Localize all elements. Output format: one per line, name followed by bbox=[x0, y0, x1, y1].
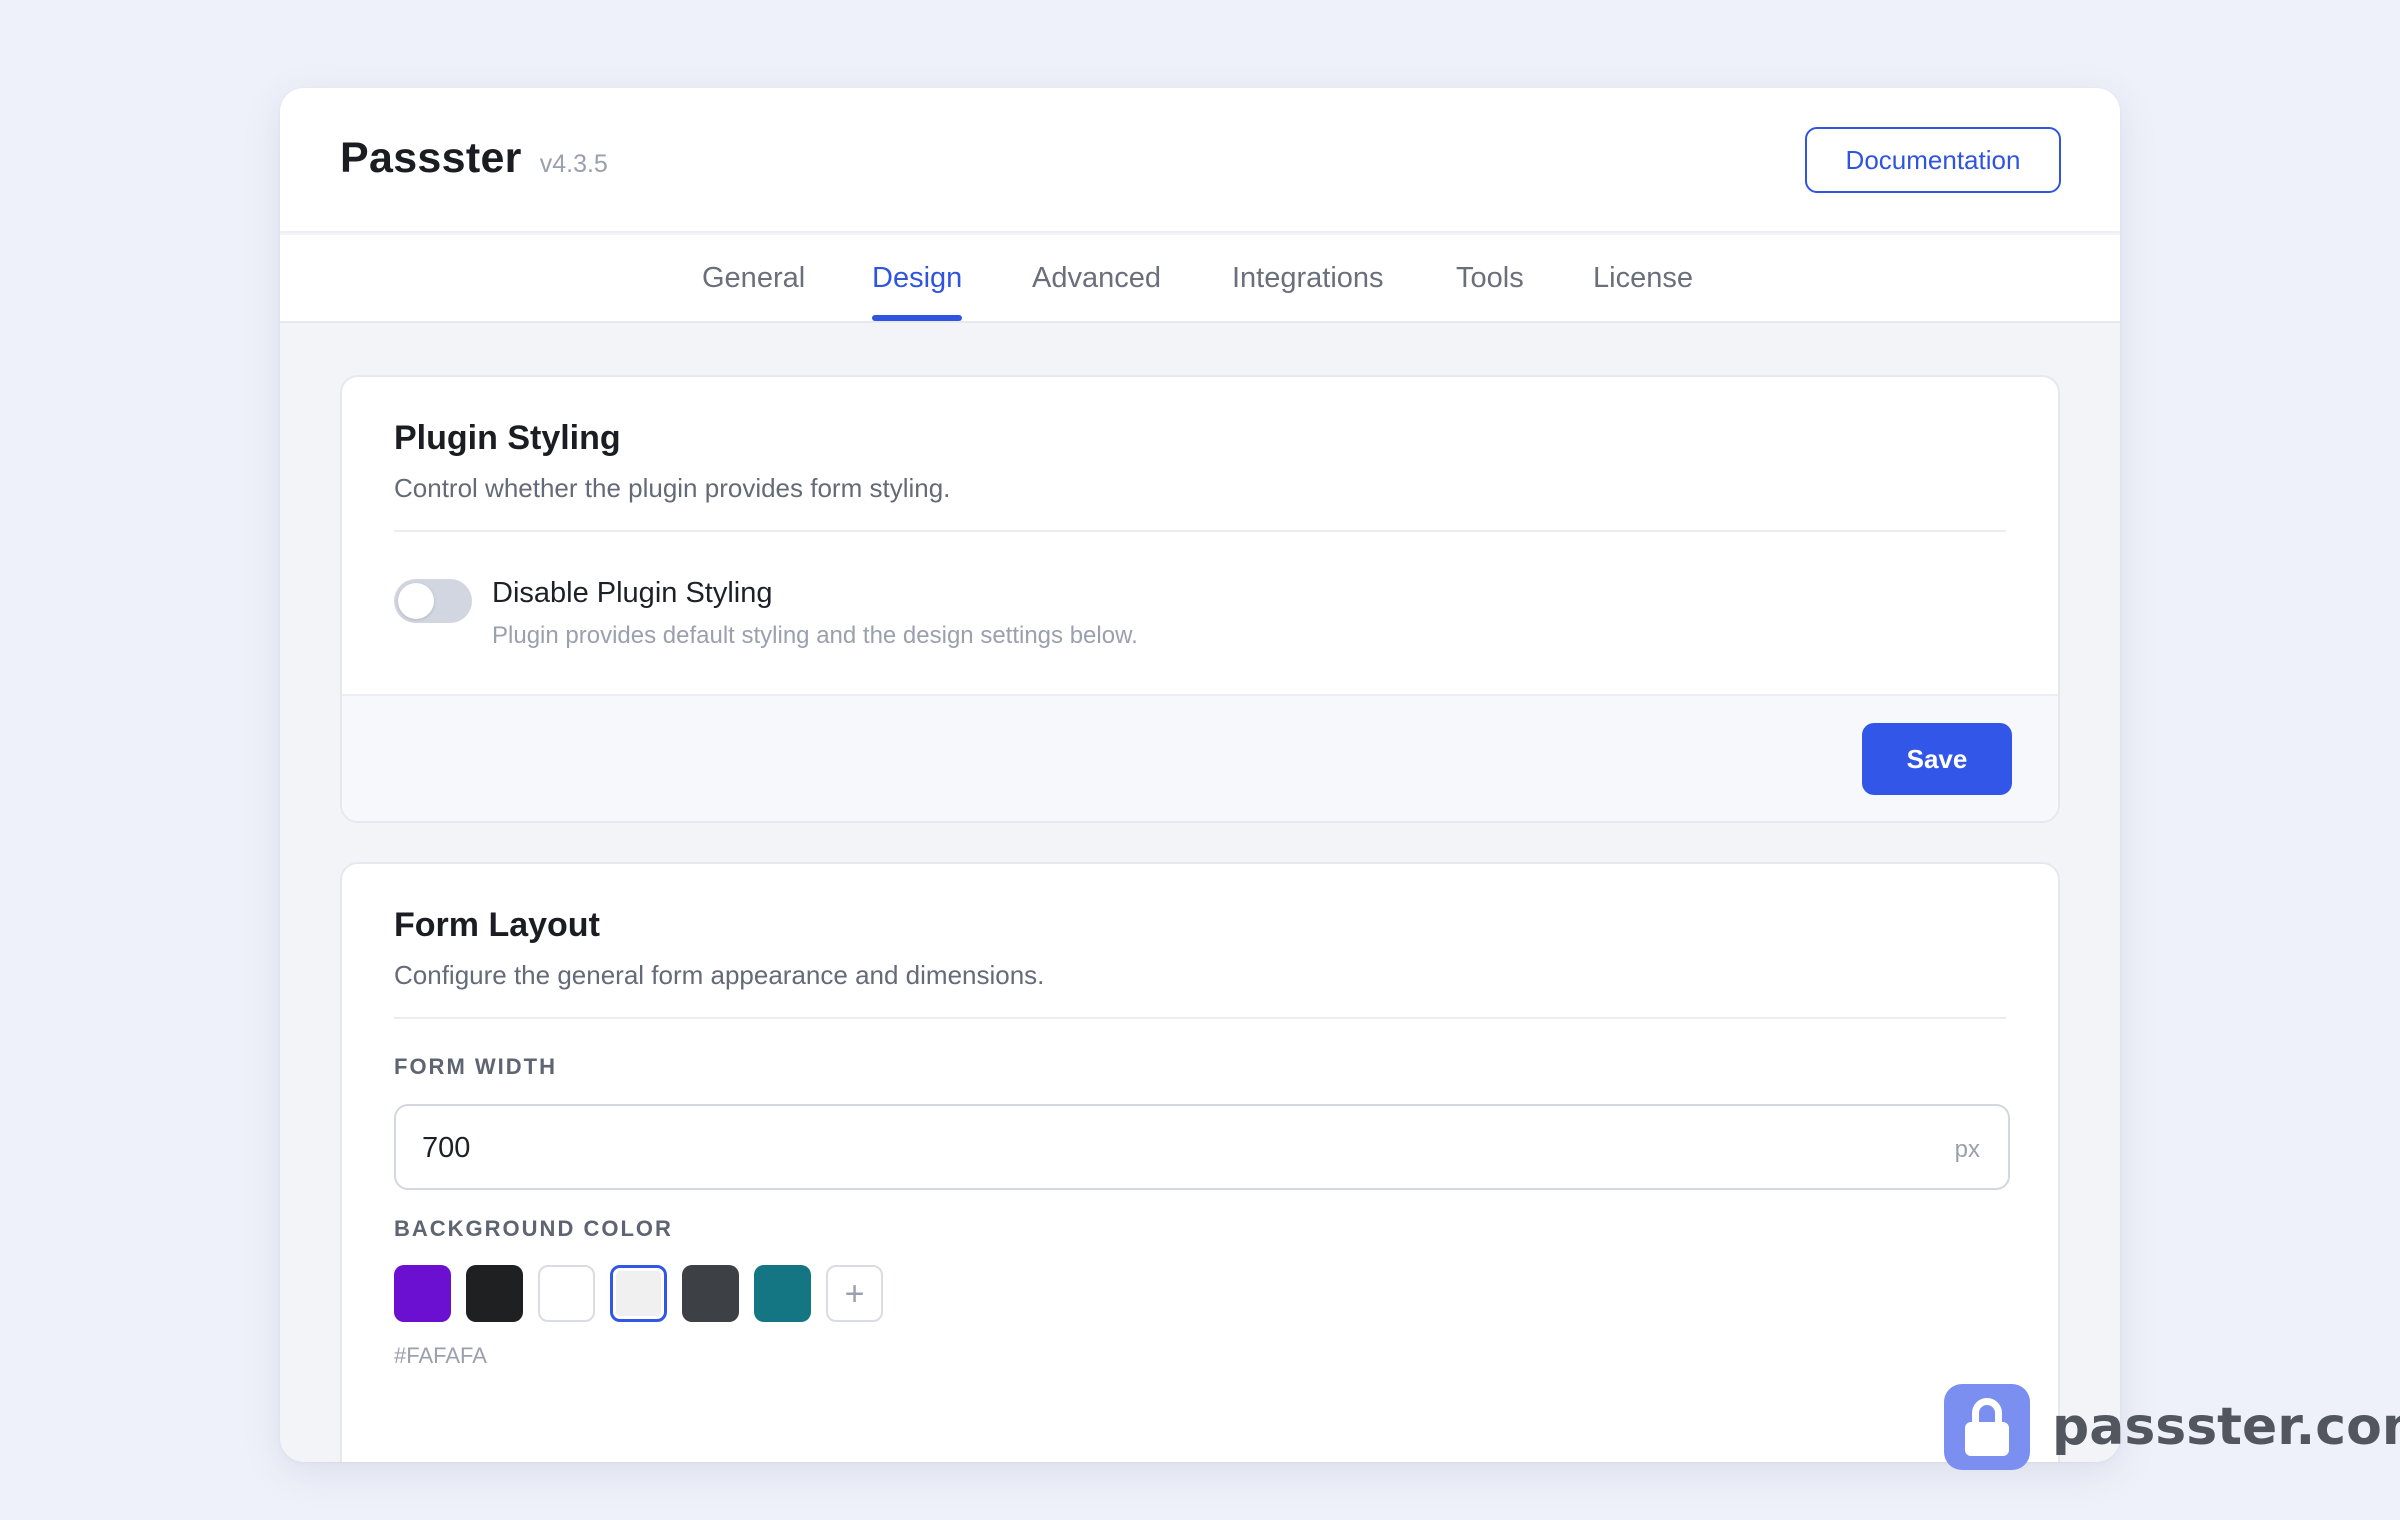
form-layout-card: Form Layout Configure the general form a… bbox=[340, 862, 2060, 1462]
tab-general[interactable]: General bbox=[702, 235, 805, 321]
toggle-label: Disable Plugin Styling bbox=[492, 577, 773, 609]
settings-window: Passster v4.3.5 Documentation General De… bbox=[280, 88, 2120, 1462]
watermark-text: passster.com bbox=[2052, 1397, 2400, 1457]
swatch-dark-gray[interactable] bbox=[682, 1265, 739, 1322]
tab-bar: General Design Advanced Integrations Too… bbox=[280, 235, 2120, 323]
unit-suffix: px bbox=[1954, 1136, 1980, 1163]
documentation-button[interactable]: Documentation bbox=[1805, 127, 2061, 193]
background-color-label: BACKGROUND COLOR bbox=[394, 1216, 673, 1241]
brand: Passster v4.3.5 bbox=[340, 134, 608, 183]
form-width-input[interactable]: 700 px bbox=[394, 1104, 2010, 1190]
swatch-white[interactable] bbox=[538, 1265, 595, 1322]
swatch-black[interactable] bbox=[466, 1265, 523, 1322]
plugin-styling-title: Plugin Styling bbox=[394, 419, 621, 457]
plugin-styling-card: Plugin Styling Control whether the plugi… bbox=[340, 375, 2060, 823]
lock-icon bbox=[1944, 1384, 2030, 1470]
divider bbox=[394, 530, 2006, 532]
selected-color-hex: #FAFAFA bbox=[394, 1343, 487, 1368]
card-footer: Save bbox=[342, 694, 2058, 821]
form-layout-title: Form Layout bbox=[394, 906, 600, 944]
tab-advanced[interactable]: Advanced bbox=[1032, 235, 1161, 321]
swatch-purple[interactable] bbox=[394, 1265, 451, 1322]
watermark: passster.com bbox=[1944, 1384, 2400, 1470]
header: Passster v4.3.5 Documentation bbox=[280, 88, 2120, 233]
plugin-styling-description: Control whether the plugin provides form… bbox=[394, 473, 951, 503]
version-label: v4.3.5 bbox=[539, 150, 608, 178]
toggle-help-text: Plugin provides default styling and the … bbox=[492, 622, 1138, 649]
tab-design[interactable]: Design bbox=[872, 235, 963, 321]
form-width-value: 700 bbox=[422, 1132, 471, 1164]
tab-integrations[interactable]: Integrations bbox=[1232, 235, 1384, 321]
swatch-light-gray[interactable] bbox=[610, 1265, 667, 1322]
divider bbox=[394, 1017, 2006, 1019]
add-color-button[interactable]: + bbox=[826, 1265, 883, 1322]
disable-plugin-styling-toggle[interactable] bbox=[394, 579, 472, 623]
form-width-label: FORM WIDTH bbox=[394, 1054, 557, 1079]
tab-tools[interactable]: Tools bbox=[1456, 235, 1524, 321]
toggle-knob bbox=[398, 583, 434, 619]
save-button[interactable]: Save bbox=[1862, 723, 2012, 795]
swatch-teal[interactable] bbox=[754, 1265, 811, 1322]
color-swatches: + bbox=[394, 1265, 898, 1322]
form-layout-description: Configure the general form appearance an… bbox=[394, 960, 1045, 990]
tab-license[interactable]: License bbox=[1593, 235, 1693, 321]
app-title: Passster bbox=[340, 134, 522, 182]
